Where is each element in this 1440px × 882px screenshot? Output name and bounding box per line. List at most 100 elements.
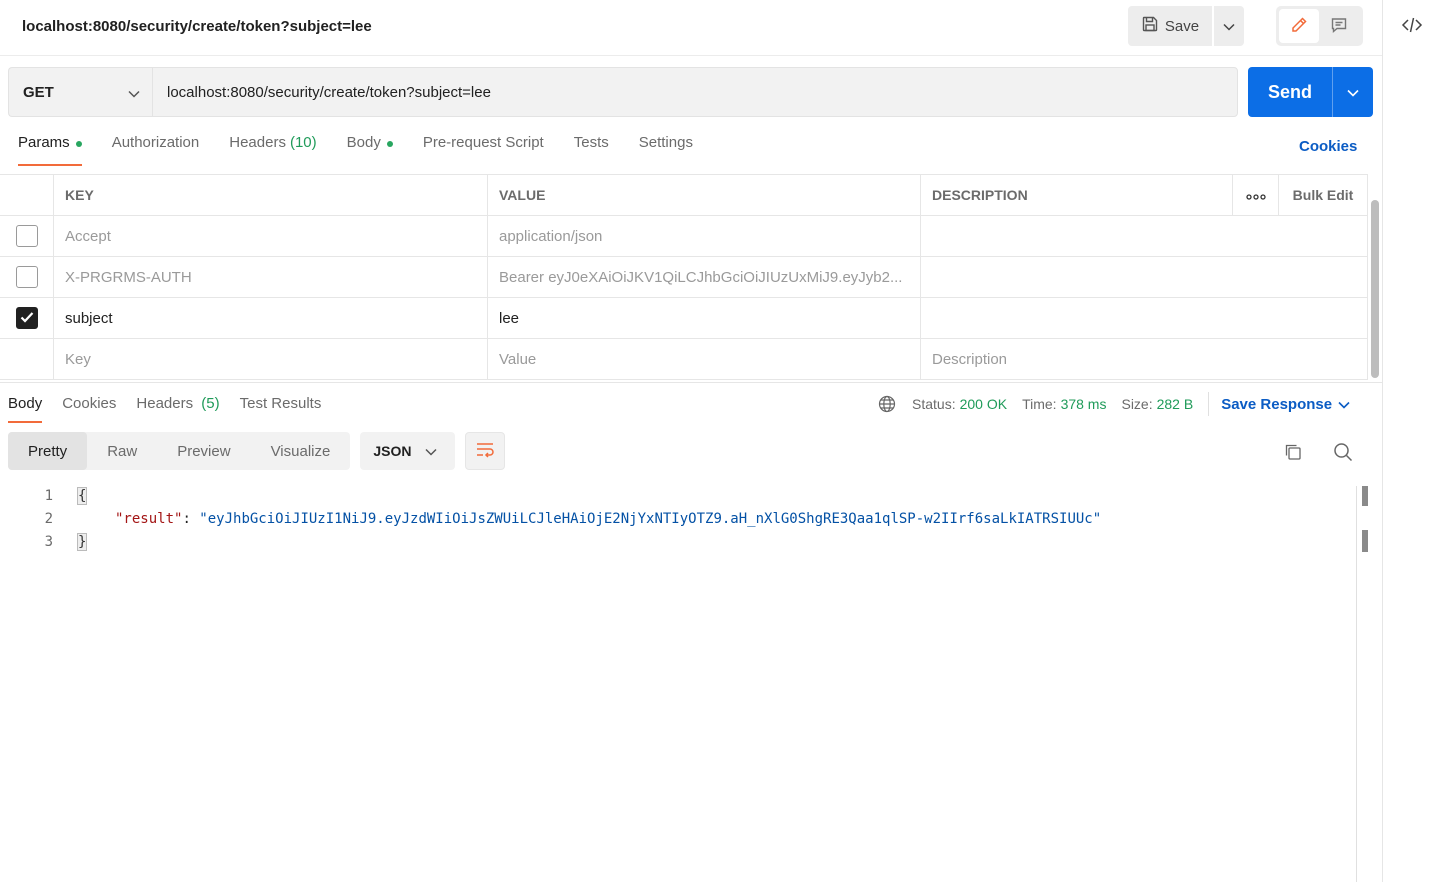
tab-tests[interactable]: Tests xyxy=(574,134,609,166)
view-preview[interactable]: Preview xyxy=(157,432,250,470)
method-select[interactable]: GET xyxy=(8,67,152,117)
row-checkbox-cell xyxy=(0,216,54,256)
line-number: 2 xyxy=(44,510,53,527)
param-value[interactable]: Bearer eyJ0eXAiOiJKV1QiLCJhbGciOiJIUzUxM… xyxy=(488,257,921,297)
url-input[interactable]: localhost:8080/security/create/token?sub… xyxy=(152,67,1238,117)
url-bar: GET localhost:8080/security/create/token… xyxy=(8,67,1374,117)
time-value[interactable]: 378 ms xyxy=(1061,396,1107,412)
line-number: 3 xyxy=(44,533,53,550)
overview-ruler-mark xyxy=(1362,530,1368,552)
row-checkbox-cell xyxy=(0,257,54,297)
comment-icon xyxy=(1330,16,1348,37)
param-value[interactable]: application/json xyxy=(488,216,921,256)
wrap-lines-icon xyxy=(475,441,495,462)
view-visualize[interactable]: Visualize xyxy=(251,432,351,470)
save-group: Save xyxy=(1128,6,1244,46)
view-raw[interactable]: Raw xyxy=(87,432,157,470)
tab-count: (10) xyxy=(289,134,317,151)
row-checkbox[interactable] xyxy=(15,225,38,247)
response-toolbar: Pretty Raw Preview Visualize JSON xyxy=(8,432,506,470)
response-tab-test-results[interactable]: Test Results xyxy=(240,395,322,423)
globe-icon[interactable] xyxy=(878,395,896,413)
tab-authorization[interactable]: Authorization xyxy=(112,134,200,166)
status-value[interactable]: 200 OK xyxy=(960,396,1007,412)
tab-label: Settings xyxy=(638,134,693,151)
save-response-button[interactable]: Save Response xyxy=(1221,396,1350,413)
checkmark-icon xyxy=(20,310,34,327)
tab-params[interactable]: Params xyxy=(18,134,82,166)
right-sidebar xyxy=(1382,0,1440,882)
open-brace: { xyxy=(76,486,88,505)
close-brace: } xyxy=(76,532,88,551)
main-pane: localhost:8080/security/create/token?sub… xyxy=(0,0,1382,882)
comments-mode-button[interactable] xyxy=(1319,9,1359,43)
column-header-description: DESCRIPTION xyxy=(921,175,1233,215)
param-key[interactable]: X-PRGRMS-AUTH xyxy=(54,257,488,297)
active-dot xyxy=(386,141,393,147)
code-snippet-button[interactable] xyxy=(1397,12,1427,40)
size-value[interactable]: 282 B xyxy=(1157,396,1194,412)
view-pretty[interactable]: Pretty xyxy=(8,432,88,470)
edit-mode-button[interactable] xyxy=(1279,9,1319,43)
table-row: Accept application/json xyxy=(0,216,1368,257)
table-row: X-PRGRMS-AUTH Bearer eyJ0eXAiOiJKV1QiLCJ… xyxy=(0,257,1368,298)
chevron-down-icon xyxy=(1347,84,1359,100)
row-checkbox-cell xyxy=(0,298,54,338)
tab-label: Params xyxy=(18,134,70,151)
chevron-down-icon xyxy=(425,443,437,459)
code-scroll-track xyxy=(1356,486,1357,882)
send-options-button[interactable] xyxy=(1332,67,1373,117)
more-options-button[interactable] xyxy=(1233,175,1279,215)
line-number: 1 xyxy=(44,487,53,504)
tab-body[interactable]: Body xyxy=(347,134,393,166)
response-meta: Status: 200 OK Time: 378 ms Size: 282 B … xyxy=(878,392,1350,416)
response-tab-headers[interactable]: Headers (5) xyxy=(136,395,219,423)
param-description[interactable] xyxy=(921,216,1368,256)
status-label: Status: xyxy=(912,396,956,412)
param-key[interactable]: subject xyxy=(54,298,488,338)
response-tab-body[interactable]: Body xyxy=(8,395,43,423)
tab-headers[interactable]: Headers (10) xyxy=(229,134,316,166)
tab-label: Pre-request Script xyxy=(422,134,544,151)
param-description[interactable] xyxy=(921,257,1368,297)
params-scrollbar[interactable] xyxy=(1371,200,1379,378)
send-button[interactable]: Send xyxy=(1248,67,1332,117)
response-tab-cookies[interactable]: Cookies xyxy=(62,395,116,423)
code-line: 1 { xyxy=(0,484,1356,507)
new-key-input[interactable]: Key xyxy=(54,339,488,379)
chevron-down-icon xyxy=(1338,396,1350,413)
new-description-input[interactable]: Description xyxy=(921,339,1368,379)
table-row: subject lee xyxy=(0,298,1368,339)
code-text: "result": "eyJhbGciOiJIUzI1NiJ9.eyJzdWIi… xyxy=(115,511,1101,527)
response-body-code[interactable]: 1 { 2 "result": "eyJhbGciOiJIUzI1NiJ9.ey… xyxy=(0,484,1356,553)
copy-button[interactable] xyxy=(1280,440,1306,466)
param-value[interactable]: lee xyxy=(488,298,921,338)
param-description[interactable] xyxy=(921,298,1368,338)
save-options-button[interactable] xyxy=(1214,6,1244,46)
save-button[interactable]: Save xyxy=(1128,6,1212,46)
row-checkbox[interactable] xyxy=(15,266,38,288)
tab-label: Body xyxy=(346,134,381,151)
format-select[interactable]: JSON xyxy=(360,432,456,470)
bulk-edit-button[interactable]: Bulk Edit xyxy=(1279,175,1368,215)
cookies-link[interactable]: Cookies xyxy=(1299,138,1357,155)
response-tabs: Body Cookies Headers (5) Test Results xyxy=(8,395,341,423)
tab-label: Headers xyxy=(136,395,194,412)
chevron-down-icon xyxy=(1223,18,1235,34)
active-dot xyxy=(75,141,82,147)
wrap-lines-button[interactable] xyxy=(465,432,506,470)
table-header: KEY VALUE DESCRIPTION Bulk Edit xyxy=(0,174,1368,216)
tab-prerequest-script[interactable]: Pre-request Script xyxy=(423,134,544,166)
search-button[interactable] xyxy=(1330,440,1356,466)
new-value-input[interactable]: Value xyxy=(488,339,921,379)
params-table: KEY VALUE DESCRIPTION Bulk Edit Accept a… xyxy=(0,174,1368,380)
tab-settings[interactable]: Settings xyxy=(639,134,693,166)
code-text: { xyxy=(76,486,88,505)
search-icon xyxy=(1333,442,1353,465)
row-checkbox-checked[interactable] xyxy=(15,307,38,329)
request-title[interactable]: localhost:8080/security/create/token?sub… xyxy=(22,18,372,35)
method-value: GET xyxy=(23,83,54,101)
save-response-label: Save Response xyxy=(1221,395,1333,413)
param-key[interactable]: Accept xyxy=(54,216,488,256)
request-header: localhost:8080/security/create/token?sub… xyxy=(0,0,1382,56)
